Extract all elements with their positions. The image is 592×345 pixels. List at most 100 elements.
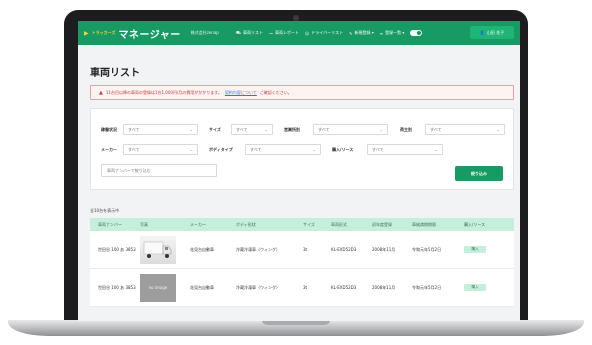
nav-label: 車両レポート (275, 30, 300, 35)
table-row[interactable]: 世田谷 100 あ 3853 花見台自動車 冷蔵冷凍車（ウィング） 3t KL-… (90, 231, 514, 269)
inspection-date: 令和元年5月2日 (412, 284, 442, 290)
col-header: 初年度登録 (372, 221, 392, 227)
model: KL-EXD52D3 (331, 285, 357, 290)
size: 3t (303, 247, 308, 252)
nav-label: 新規登録 ▾ (354, 30, 374, 35)
col-header: 写真 (140, 221, 148, 227)
maker: 花見台自動車 (190, 284, 214, 290)
pencil-icon: ✎ (349, 30, 353, 36)
alert-suffix: ご確認ください。 (259, 89, 292, 95)
col-header: サイズ (303, 221, 315, 227)
filter-label-maker: メーカー (101, 147, 117, 152)
select-value: すべて (128, 126, 140, 132)
table-header: 車両ナンバー 写真 メーカー ボディ形状 サイズ 車両形式 初年度登録 車検満期… (90, 218, 514, 231)
col-header: 車両ナンバー (98, 221, 122, 227)
col-header: 購入/リース (464, 221, 486, 227)
select-value: すべて (430, 126, 442, 132)
select-value: すべて (236, 126, 248, 132)
app-screen: ▶ トラッカーズ マネージャー 株式会社zenap ⛟ 車両リスト ⁓ 車両レポ… (78, 21, 520, 321)
brand-name: マネージャー (118, 29, 181, 41)
select-value: すべて (372, 146, 384, 152)
chart-line-icon: ⁓ (269, 30, 274, 36)
filter-label-body: ボディタイプ (209, 147, 233, 152)
warning-icon: ▲ (99, 89, 103, 96)
list-icon: ≡ (379, 30, 384, 36)
people-icon: ☺ (305, 30, 310, 36)
size: 3t (303, 285, 308, 290)
lease-status-button[interactable]: 購入 (464, 246, 486, 253)
filter-submit-button[interactable]: 絞り込み (455, 166, 503, 181)
lease-cell: 購入 (464, 284, 514, 291)
user-menu-button[interactable]: 👤 山田 花子 (470, 26, 514, 39)
nav-label: 登録一覧 ▾ (385, 30, 405, 35)
user-name: 山田 花子 (486, 29, 505, 35)
chevron-down-icon: ⌄ (189, 147, 193, 152)
maker-select[interactable]: すべて ⌄ (123, 144, 198, 155)
col-header: 車検満期期限 (412, 221, 436, 227)
alert-text: 11台目以降の車両の登録は1台1,000円/月の費用がかかります。 (105, 89, 222, 95)
billing-alert: ▲ 11台目以降の車両の登録は1台1,000円/月の費用がかかります。 契約内容… (90, 85, 514, 100)
notification-toggle[interactable] (410, 30, 423, 36)
nav-driver-list[interactable]: ☺ ドライバーリスト (305, 30, 343, 36)
shipper-select[interactable]: すべて ⌄ (425, 124, 505, 135)
vehicle-table: 車両ナンバー 写真 メーカー ボディ形状 サイズ 車両形式 初年度登録 車検満期… (90, 218, 514, 307)
maker: 花見台自動車 (190, 246, 214, 252)
chevron-down-icon: ⌄ (312, 147, 316, 152)
user-icon: 👤 (479, 30, 485, 35)
col-header: 車両形式 (331, 221, 347, 227)
select-value: すべて (318, 126, 330, 132)
filter-label-purchase: 購入/リース (332, 147, 354, 152)
body-type: 冷蔵冷凍車（ウィング） (236, 246, 280, 252)
plate-search-input[interactable] (101, 164, 217, 177)
plate-number: 世田谷 100 あ 3853 (98, 246, 136, 252)
lease-cell: 購入 (464, 246, 514, 253)
nav-vehicle-report[interactable]: ⁓ 車両レポート (269, 30, 299, 36)
main-nav: ⛟ 車両リスト ⁓ 車両レポート ☺ ドライバーリスト ✎ 新規登録 ▾ ≡ 登… (236, 21, 423, 45)
inspection-date: 令和元年5月2日 (412, 246, 442, 252)
nav-register-list[interactable]: ≡ 登録一覧 ▾ (380, 30, 405, 36)
body-type: 冷蔵冷凍車（ウィング） (236, 284, 280, 290)
filter-label-size: サイズ (209, 127, 221, 132)
select-value: すべて (250, 146, 262, 152)
filter-label-status: 稼働状況 (101, 127, 117, 132)
chevron-down-icon: ⌄ (264, 127, 268, 132)
first-registration: 2008年11月 (372, 246, 396, 252)
nav-new-register[interactable]: ✎ 新規登録 ▾ (349, 30, 374, 36)
brand-small: トラッカーズ (91, 30, 116, 35)
nav-label: ドライバーリスト (311, 30, 344, 35)
lease-status-button[interactable]: 購入 (464, 284, 486, 291)
body-type-select[interactable]: すべて ⌄ (245, 144, 321, 155)
brand-logo[interactable]: ▶ トラッカーズ マネージャー (84, 26, 181, 41)
size-select[interactable]: すべて ⌄ (231, 124, 273, 135)
nav-vehicle-list[interactable]: ⛟ 車両リスト (236, 30, 263, 36)
contract-link[interactable]: 契約内容について (225, 90, 257, 96)
status-select[interactable]: すべて ⌄ (123, 124, 198, 135)
app-header: ▶ トラッカーズ マネージャー 株式会社zenap ⛟ 車両リスト ⁓ 車両レポ… (78, 21, 520, 45)
page-title: 車両リスト (90, 68, 140, 79)
laptop-base (8, 320, 584, 336)
filter-panel: 稼働状況 すべて ⌄ サイズ すべて ⌄ 営業所別 すべて ⌄ 荷主別 すべて ⌄ メー… (90, 108, 514, 190)
truck-image-icon (143, 241, 172, 258)
filter-label-office: 営業所別 (284, 127, 300, 132)
plate-number: 世田谷 100 あ 3853 (98, 284, 136, 290)
truck-icon: ⛟ (236, 30, 242, 35)
chevron-down-icon: ⌄ (189, 127, 193, 132)
select-value: すべて (128, 146, 140, 152)
model: KL-EXD52D3 (331, 247, 357, 252)
office-select[interactable]: すべて ⌄ (313, 124, 388, 135)
vehicle-photo-cell (140, 235, 190, 264)
truck-photo (140, 235, 176, 264)
table-row[interactable]: 世田谷 100 あ 3853 no image 花見台自動車 冷蔵冷凍車（ウィン… (90, 269, 514, 307)
company-name: 株式会社zenap (190, 30, 219, 35)
result-count: 全10台を表示中 (90, 208, 120, 213)
vehicle-photo-cell: no image (140, 273, 190, 302)
col-header: ボディ形状 (236, 221, 256, 227)
nav-label: 車両リスト (243, 30, 264, 35)
filter-label-shipper: 荷主別 (400, 127, 412, 132)
first-registration: 2008年11月 (372, 284, 396, 290)
chevron-down-icon: ⌄ (434, 147, 438, 152)
chevron-down-icon: ⌄ (379, 127, 383, 132)
col-header: メーカー (190, 221, 206, 227)
chevron-down-icon: ⌄ (496, 127, 500, 132)
purchase-select[interactable]: すべて ⌄ (367, 144, 443, 155)
